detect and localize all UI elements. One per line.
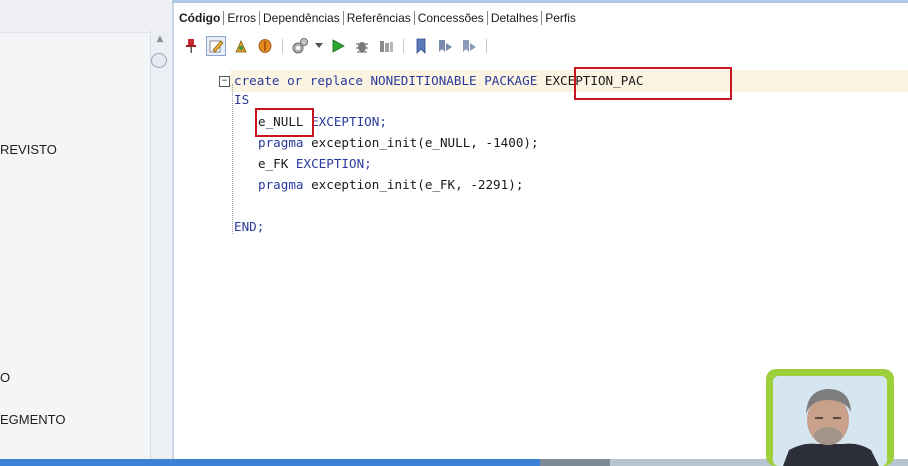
bookmark-next-icon[interactable]: [460, 37, 478, 55]
compile-icon[interactable]: [232, 37, 250, 55]
left-list-item[interactable]: REVISTO: [0, 142, 57, 157]
toolbar-separator: [403, 39, 404, 53]
code-number: -1400: [485, 135, 524, 150]
code-text: exception_init(e_FK,: [303, 177, 471, 192]
left-list-item[interactable]: O: [0, 370, 10, 385]
scrollbar-thumb[interactable]: [151, 53, 167, 68]
editor-toolbar: [182, 35, 489, 57]
code-line-7[interactable]: END;: [234, 219, 264, 235]
code-keyword: IS: [234, 92, 250, 107]
tab-perfis[interactable]: Perfis: [542, 11, 579, 25]
code-line-6[interactable]: pragma exception_init(e_FK, -2291);: [258, 177, 523, 193]
left-list-item[interactable]: EGMENTO: [0, 412, 66, 427]
debug-icon[interactable]: [353, 37, 371, 55]
code-type: EXCEPTION;: [288, 156, 372, 171]
presenter-image: [773, 376, 887, 466]
code-line-2[interactable]: IS: [234, 92, 249, 108]
settings-icon[interactable]: [291, 37, 309, 55]
tab-erros[interactable]: Erros: [224, 11, 260, 25]
left-panel: [0, 0, 172, 466]
code-line-5[interactable]: e_FK EXCEPTION;: [258, 156, 372, 172]
tab-codigo[interactable]: Código: [176, 11, 225, 25]
scroll-up-icon[interactable]: ▲: [154, 34, 166, 44]
code-number: -2291: [470, 177, 509, 192]
run-icon[interactable]: [329, 37, 347, 55]
fold-guide: [232, 84, 233, 234]
tabs: Código Erros Dependências Referências Co…: [176, 8, 579, 28]
tab-detalhes[interactable]: Detalhes: [488, 11, 543, 25]
left-scrollbar[interactable]: [150, 30, 171, 466]
code-gutter: [176, 64, 228, 460]
code-keyword: pragma: [258, 177, 304, 192]
status-bar-segment: [540, 459, 610, 466]
code-type: EXCEPTION;: [303, 114, 387, 129]
code-text: );: [508, 177, 524, 192]
code-keyword: END;: [234, 219, 265, 234]
bookmark-prev-icon[interactable]: [436, 37, 454, 55]
fold-collapse-icon[interactable]: −: [219, 76, 230, 87]
toolbar-separator: [282, 39, 283, 53]
edit-icon[interactable]: [206, 36, 226, 56]
code-line-4[interactable]: pragma exception_init(e_NULL, -1400);: [258, 135, 539, 151]
editor-top-border: [172, 0, 908, 3]
profile-icon[interactable]: [377, 37, 395, 55]
presenter-video: [773, 376, 887, 466]
annotation-box-e-null: [255, 108, 314, 137]
tab-referencias[interactable]: Referências: [344, 11, 415, 25]
toolbar-separator: [486, 39, 487, 53]
pin-icon[interactable]: [182, 37, 200, 55]
package-icon[interactable]: [256, 37, 274, 55]
code-text: );: [523, 135, 539, 150]
left-panel-header: [0, 0, 172, 33]
annotation-box-package-name: [574, 67, 732, 100]
tab-dependencias[interactable]: Dependências: [260, 11, 344, 25]
code-variable: e_FK: [258, 156, 289, 171]
dropdown-icon[interactable]: [315, 37, 323, 55]
code-text: exception_init(e_NULL,: [303, 135, 486, 150]
code-package-decl: create or replace NONEDITIONABLE PACKAGE: [234, 73, 538, 88]
bookmark-icon[interactable]: [412, 37, 430, 55]
tab-concessoes[interactable]: Concessões: [415, 11, 488, 25]
code-keyword: pragma: [258, 135, 304, 150]
